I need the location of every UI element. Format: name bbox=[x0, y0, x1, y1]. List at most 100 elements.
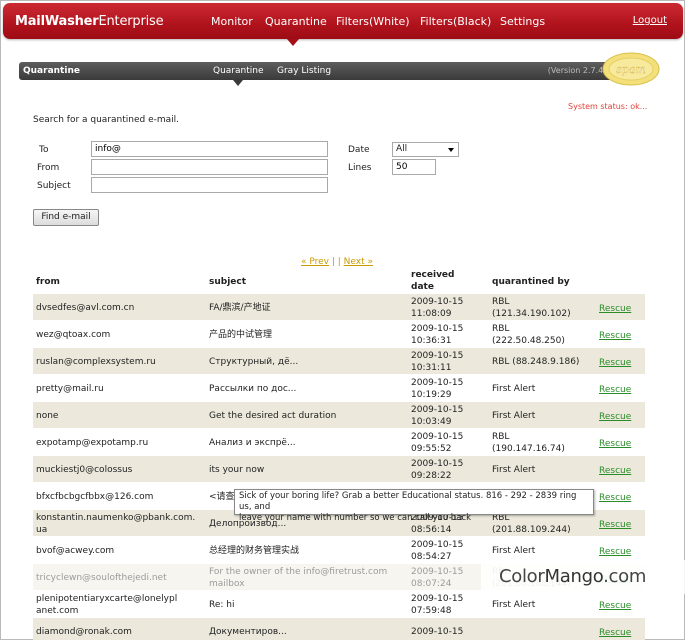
rescue-link[interactable]: Rescue bbox=[599, 600, 631, 612]
from-cell: bvof@acwey.com bbox=[36, 546, 115, 556]
table-row: ruslan@complexsystem.ru Структурный, дё..… bbox=[33, 348, 645, 375]
to-label: To bbox=[39, 145, 49, 155]
quarantined-by-cell: RBL (190.147.16.74) bbox=[492, 432, 565, 454]
subject-cell: its your now bbox=[209, 465, 265, 475]
subject-field[interactable] bbox=[91, 177, 328, 193]
received-date-cell: 2009-10-15 08:54:27 bbox=[411, 540, 464, 562]
from-cell: diamond@ronak.com bbox=[36, 627, 132, 637]
received-date-cell: 2009-10-15 11:08:09 bbox=[411, 297, 464, 319]
received-date-cell: 2009-10-15 bbox=[411, 627, 464, 637]
nav-monitor[interactable]: Monitor bbox=[211, 15, 253, 28]
received-date-cell: 2009-10-15 09:55:52 bbox=[411, 432, 464, 454]
quarantined-by-cell: First Alert bbox=[492, 600, 536, 610]
rescue-link[interactable]: Rescue bbox=[599, 330, 631, 342]
next-page-link[interactable]: Next » bbox=[344, 257, 373, 267]
from-cell: expotamp@expotamp.ru bbox=[36, 438, 149, 448]
received-date-cell: 2009-10-15 07:59:48 bbox=[411, 594, 464, 616]
nav-filters-white[interactable]: Filters(White) bbox=[336, 15, 410, 28]
logout-link[interactable]: Logout bbox=[633, 15, 667, 26]
subject-tooltip: Sick of your boring life? Grab a better … bbox=[234, 489, 594, 523]
subject-cell: Get the desired act duration bbox=[209, 411, 337, 421]
table-row: pretty@mail.ru Рассылки по дос... 2009-10-… bbox=[33, 375, 645, 402]
from-cell: bfxcfbcbgcfbbx@126.com bbox=[36, 492, 154, 502]
pagination: « Prev | | Next » bbox=[301, 257, 373, 267]
rescue-link[interactable]: Rescue bbox=[599, 438, 631, 450]
table-row: dvsedfes@avl.com.cn FA/鼎滨/产地证 2009-10-15 11… bbox=[33, 294, 645, 321]
section-title: Quarantine bbox=[23, 66, 80, 76]
quarantined-by-cell: RBL (121.34.190.102) bbox=[492, 297, 571, 319]
from-cell: konstantin.naumenko@pbank.com. ua bbox=[36, 513, 196, 535]
subject-cell: Структурный, дё... bbox=[209, 357, 299, 367]
subtab-quarantine[interactable]: Quarantine bbox=[213, 66, 264, 76]
subject-cell: Рассылки по дос... bbox=[209, 384, 297, 394]
rescue-link[interactable]: Rescue bbox=[599, 627, 631, 639]
subject-cell: For the owner of the info@firetrust.com m… bbox=[209, 567, 388, 589]
date-label: Date bbox=[348, 145, 370, 155]
from-label: From bbox=[37, 163, 60, 173]
rescue-link[interactable]: Rescue bbox=[599, 546, 631, 558]
from-field[interactable] bbox=[91, 159, 328, 175]
quarantined-by-cell: First Alert bbox=[492, 411, 536, 421]
rescue-link[interactable]: Rescue bbox=[599, 492, 631, 504]
table-row: expotamp@expotamp.ru Анализ и экспрё... 20… bbox=[33, 429, 645, 456]
chevron-down-icon bbox=[448, 148, 454, 152]
rescue-link[interactable]: Rescue bbox=[599, 384, 631, 396]
nav-settings[interactable]: Settings bbox=[500, 15, 545, 28]
lines-field[interactable] bbox=[392, 159, 436, 175]
prev-page-link[interactable]: « Prev bbox=[301, 257, 329, 267]
spam-badge-text: spam bbox=[616, 63, 646, 76]
quarantined-by-cell: RBL (88.248.9.186) bbox=[492, 357, 580, 367]
to-field[interactable] bbox=[91, 141, 328, 157]
header-from: from bbox=[36, 277, 60, 287]
nav-quarantine[interactable]: Quarantine bbox=[265, 15, 327, 28]
nav-filters-black[interactable]: Filters(Black) bbox=[420, 15, 491, 28]
search-heading: Search for a quarantined e-mail. bbox=[33, 115, 180, 125]
received-date-cell: 2009-10-15 10:36:31 bbox=[411, 324, 464, 346]
quarantined-by-cell: First Alert bbox=[492, 546, 536, 556]
app-window: MailWasherEnterprise Monitor Quarantine … bbox=[0, 0, 685, 640]
find-email-button[interactable]: Find e-mail bbox=[33, 209, 99, 226]
from-cell: tricyclewn@soulofthejedi.net bbox=[36, 573, 167, 583]
from-cell: ruslan@complexsystem.ru bbox=[36, 357, 156, 367]
received-date-cell: 2009-10-15 10:31:11 bbox=[411, 351, 464, 373]
watermark: ColorMango.com bbox=[481, 559, 685, 595]
rescue-link[interactable]: Rescue bbox=[599, 465, 631, 477]
date-select[interactable]: All bbox=[392, 142, 459, 157]
table-row: muckiestj0@colossus its your now 2009-10-1… bbox=[33, 456, 645, 483]
top-navigation-bar: MailWasherEnterprise Monitor Quarantine … bbox=[3, 3, 683, 39]
subject-cell: Re: hi bbox=[209, 600, 235, 610]
quarantined-by-cell: First Alert bbox=[492, 465, 536, 475]
rescue-link[interactable]: Rescue bbox=[599, 519, 631, 531]
from-cell: dvsedfes@avl.com.cn bbox=[36, 303, 135, 313]
table-row: wez@qtoax.com 产品的中试管理 2009-10-15 10:36:31 RB… bbox=[33, 321, 645, 348]
received-date-cell: 2009-10-15 10:03:49 bbox=[411, 405, 464, 427]
table-header: from subject received date quarantined by bbox=[33, 267, 645, 294]
brand-logo: MailWasherEnterprise bbox=[15, 14, 164, 29]
spam-badge-icon: spam bbox=[602, 52, 660, 86]
active-nav-pointer bbox=[287, 39, 299, 46]
pager-separator: | | bbox=[329, 257, 344, 267]
from-cell: muckiestj0@colossus bbox=[36, 465, 133, 475]
subject-cell: Анализ и экспрё... bbox=[209, 438, 296, 448]
subject-label: Subject bbox=[37, 181, 71, 191]
subtab-gray-listing[interactable]: Gray Listing bbox=[277, 66, 331, 76]
from-cell: none bbox=[36, 411, 59, 421]
rescue-link[interactable]: Rescue bbox=[599, 303, 631, 315]
from-cell: wez@qtoax.com bbox=[36, 330, 111, 340]
received-date-cell: 2009-10-15 08:07:24 bbox=[411, 567, 464, 589]
rescue-link[interactable]: Rescue bbox=[599, 411, 631, 423]
received-date-cell: 2009-10-15 09:28:22 bbox=[411, 459, 464, 481]
from-cell: pretty@mail.ru bbox=[36, 384, 104, 394]
subject-cell: FA/鼎滨/产地证 bbox=[209, 303, 271, 313]
table-row: none Get the desired act duration 2009-10-… bbox=[33, 402, 645, 429]
rescue-link[interactable]: Rescue bbox=[599, 357, 631, 369]
subject-cell: 总经理的财务管理实战 bbox=[209, 546, 300, 556]
system-status: System status: ok... bbox=[568, 102, 648, 111]
date-select-value: All bbox=[396, 144, 408, 154]
active-subtab-pointer bbox=[233, 80, 243, 86]
received-date-cell: 2009-10-15 10:19:29 bbox=[411, 378, 464, 400]
lines-label: Lines bbox=[348, 163, 372, 173]
sub-navigation-bar: Quarantine Quarantine Gray Listing (Vers… bbox=[19, 62, 645, 80]
quarantined-by-cell: RBL (222.50.48.250) bbox=[492, 324, 565, 346]
header-subject: subject bbox=[209, 277, 247, 287]
